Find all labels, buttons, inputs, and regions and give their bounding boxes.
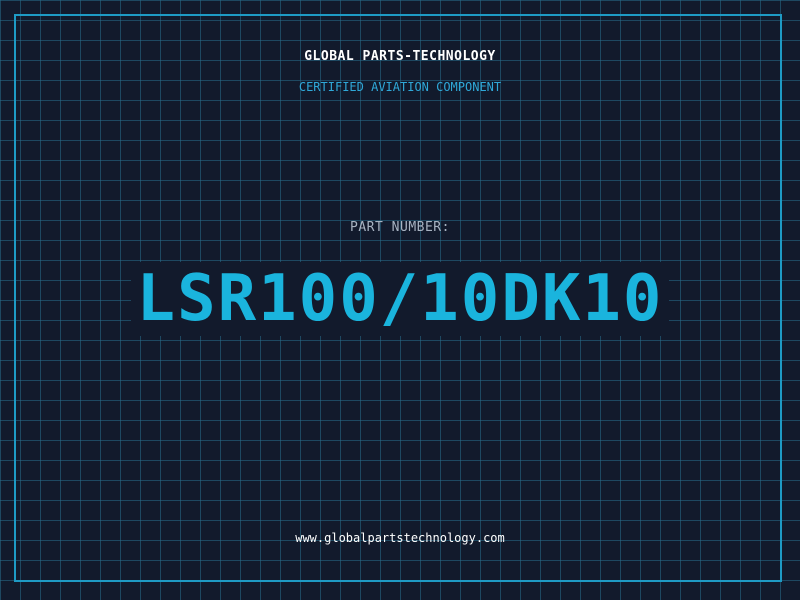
part-number-value: LSR100/10DK10 — [130, 262, 670, 336]
part-number-label: PART NUMBER: — [350, 220, 450, 235]
part-number-container: LSR100/10DK10 — [0, 262, 800, 336]
certificate-canvas: GLOBAL PARTS-TECHNOLOGY CERTIFIED AVIATI… — [0, 0, 800, 600]
company-name: GLOBAL PARTS-TECHNOLOGY — [304, 49, 496, 64]
website-url: www.globalpartstechnology.com — [295, 531, 505, 545]
certification-subtitle: CERTIFIED AVIATION COMPONENT — [298, 80, 502, 94]
